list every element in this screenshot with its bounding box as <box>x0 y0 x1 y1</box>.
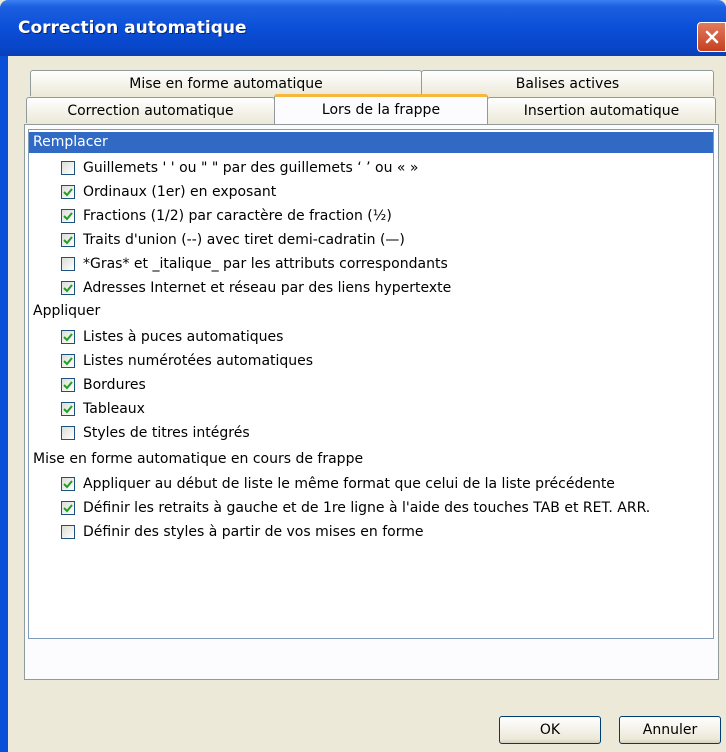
option-label: Traits d'union (--) avec tiret demi-cadr… <box>83 232 405 248</box>
options-list[interactable]: Remplacer Guillemets ' ' ou " " par des … <box>28 129 714 639</box>
close-icon <box>705 30 719 44</box>
checkbox-checked[interactable] <box>61 185 75 199</box>
checkmark-icon <box>63 333 73 342</box>
checkbox-checked[interactable] <box>61 330 75 344</box>
checkbox-unchecked[interactable] <box>61 525 75 539</box>
option-row[interactable]: Listes numérotées automatiques <box>61 351 313 371</box>
checkbox-checked[interactable] <box>61 378 75 392</box>
checkmark-icon <box>63 405 73 414</box>
option-label: Ordinaux (1er) en exposant <box>83 184 277 200</box>
checkbox-checked[interactable] <box>61 354 75 368</box>
close-button[interactable] <box>697 22 726 52</box>
option-label: Définir les retraits à gauche et de 1re … <box>83 500 651 516</box>
group-header-appliquer: Appliquer <box>33 303 101 319</box>
ok-button[interactable]: OK <box>499 716 601 744</box>
option-row[interactable]: Tableaux <box>61 399 145 419</box>
checkbox-unchecked[interactable] <box>61 426 75 440</box>
tab-balises-actives[interactable]: Balises actives <box>421 70 714 96</box>
checkmark-icon <box>63 212 73 221</box>
tab-lors-de-la-frappe[interactable]: Lors de la frappe <box>274 94 488 124</box>
checkmark-icon <box>63 504 73 513</box>
checkbox-unchecked[interactable] <box>61 257 75 271</box>
option-row[interactable]: Définir des styles à partir de vos mises… <box>61 522 424 542</box>
option-row[interactable]: Bordures <box>61 375 146 395</box>
checkmark-icon <box>63 236 73 245</box>
option-row[interactable]: Guillemets ' ' ou " " par des guillemets… <box>61 158 418 178</box>
checkbox-checked[interactable] <box>61 209 75 223</box>
cancel-button[interactable]: Annuler <box>619 716 721 744</box>
option-label: Listes numérotées automatiques <box>83 353 314 369</box>
option-label: *Gras* et _italique_ par les attributs c… <box>83 256 448 272</box>
option-label: Fractions (1/2) par caractère de fractio… <box>83 208 392 224</box>
checkmark-icon <box>63 188 73 197</box>
tab-correction-automatique[interactable]: Correction automatique <box>26 97 275 123</box>
option-row[interactable]: Adresses Internet et réseau par des lien… <box>61 278 451 298</box>
option-row[interactable]: Définir les retraits à gauche et de 1re … <box>61 498 650 518</box>
checkmark-icon <box>63 357 73 366</box>
option-row[interactable]: Appliquer au début de liste le même form… <box>61 474 615 494</box>
option-row[interactable]: Styles de titres intégrés <box>61 423 250 443</box>
checkbox-checked[interactable] <box>61 402 75 416</box>
checkbox-checked[interactable] <box>61 233 75 247</box>
option-label: Bordures <box>83 377 146 393</box>
tab-insertion-automatique[interactable]: Insertion automatique <box>487 97 716 123</box>
checkbox-unchecked[interactable] <box>61 161 75 175</box>
group-header-mise-en-forme: Mise en forme automatique en cours de fr… <box>33 451 364 467</box>
checkmark-icon <box>63 381 73 390</box>
window-title: Correction automatique <box>18 18 247 38</box>
autocorrect-dialog: Correction automatique Mise en forme aut… <box>0 0 726 752</box>
option-label: Tableaux <box>83 401 145 417</box>
tab-mise-en-forme-automatique[interactable]: Mise en forme automatique <box>30 70 422 96</box>
option-label: Listes à puces automatiques <box>83 329 284 345</box>
checkbox-checked[interactable] <box>61 477 75 491</box>
checkbox-checked[interactable] <box>61 281 75 295</box>
option-row[interactable]: *Gras* et _italique_ par les attributs c… <box>61 254 448 274</box>
option-label: Guillemets ' ' ou " " par des guillemets… <box>83 160 419 176</box>
option-row[interactable]: Listes à puces automatiques <box>61 327 283 347</box>
group-header-remplacer[interactable]: Remplacer <box>29 132 713 153</box>
option-label: Appliquer au début de liste le même form… <box>83 476 615 492</box>
option-row[interactable]: Ordinaux (1er) en exposant <box>61 182 276 202</box>
checkbox-checked[interactable] <box>61 501 75 515</box>
title-bar: Correction automatique <box>0 0 726 56</box>
option-label: Définir des styles à partir de vos mises… <box>83 524 424 540</box>
option-label: Adresses Internet et réseau par des lien… <box>83 280 452 296</box>
checkmark-icon <box>63 480 73 489</box>
window-frame <box>0 56 8 752</box>
checkmark-icon <box>63 284 73 293</box>
option-row[interactable]: Fractions (1/2) par caractère de fractio… <box>61 206 392 226</box>
option-row[interactable]: Traits d'union (--) avec tiret demi-cadr… <box>61 230 405 250</box>
option-label: Styles de titres intégrés <box>83 425 250 441</box>
